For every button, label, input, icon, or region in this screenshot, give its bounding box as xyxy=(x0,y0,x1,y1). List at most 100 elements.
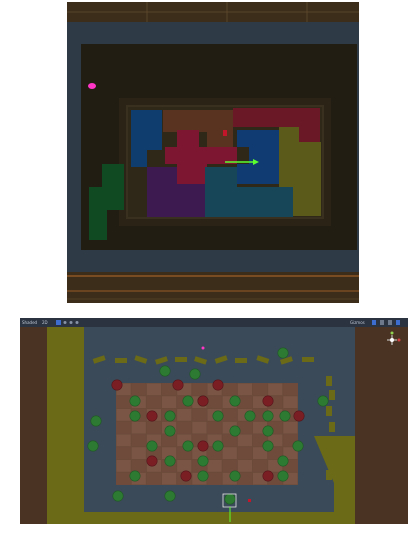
green-token[interactable] xyxy=(262,425,274,437)
red-token[interactable] xyxy=(146,455,158,467)
green-token[interactable] xyxy=(229,425,241,437)
board-cell[interactable] xyxy=(192,421,207,434)
green-token[interactable] xyxy=(262,440,274,452)
board-cell[interactable] xyxy=(283,383,298,396)
board-cell[interactable] xyxy=(207,396,222,408)
green-token[interactable] xyxy=(182,395,194,407)
red-token[interactable] xyxy=(262,470,274,482)
board-cell[interactable] xyxy=(222,409,237,421)
board-cell[interactable] xyxy=(131,421,146,434)
green-token[interactable] xyxy=(197,470,209,482)
green-token[interactable] xyxy=(224,493,236,505)
board-cell[interactable] xyxy=(222,383,237,396)
side-tile[interactable] xyxy=(329,390,335,400)
green-token[interactable] xyxy=(129,470,141,482)
toolbar-icon-d xyxy=(396,320,400,325)
board-cell[interactable] xyxy=(253,460,268,472)
side-tile[interactable] xyxy=(326,438,332,448)
board-cell[interactable] xyxy=(146,383,161,396)
board-cell[interactable] xyxy=(207,460,222,472)
green-token[interactable] xyxy=(164,425,176,437)
red-token[interactable] xyxy=(146,410,158,422)
green-token[interactable] xyxy=(129,395,141,407)
red-token[interactable] xyxy=(293,410,305,422)
top-tile[interactable] xyxy=(115,358,127,363)
green-token[interactable] xyxy=(90,415,102,427)
board-cell[interactable] xyxy=(177,421,192,434)
board-cell[interactable] xyxy=(116,447,131,459)
red-token[interactable] xyxy=(212,379,224,391)
green-token[interactable] xyxy=(262,410,274,422)
board-cell[interactable] xyxy=(237,460,252,472)
board-cell[interactable] xyxy=(116,460,131,472)
red-token[interactable] xyxy=(197,395,209,407)
green-token[interactable] xyxy=(277,347,289,359)
top-tile[interactable] xyxy=(235,358,247,363)
board-cell[interactable] xyxy=(237,434,252,447)
board-cell[interactable] xyxy=(162,472,177,485)
board-cell[interactable] xyxy=(131,434,146,447)
board-cell[interactable] xyxy=(116,396,131,408)
side-tile[interactable] xyxy=(329,454,335,464)
board-cell[interactable] xyxy=(253,383,268,396)
board-cell[interactable] xyxy=(162,396,177,408)
red-token[interactable] xyxy=(180,470,192,482)
board-cell[interactable] xyxy=(222,460,237,472)
red-token[interactable] xyxy=(262,395,274,407)
board-cell[interactable] xyxy=(116,409,131,421)
bottom-scene-view[interactable]: Shaded 2D Gizmos xyxy=(20,318,408,524)
board-cell[interactable] xyxy=(207,421,222,434)
green-token[interactable] xyxy=(159,365,171,377)
board-cell[interactable] xyxy=(146,396,161,408)
green-token[interactable] xyxy=(164,455,176,467)
green-token[interactable] xyxy=(277,455,289,467)
board-cell[interactable] xyxy=(268,383,283,396)
green-token[interactable] xyxy=(146,440,158,452)
red-token[interactable] xyxy=(111,379,123,391)
board-cell[interactable] xyxy=(237,383,252,396)
green-token[interactable] xyxy=(212,410,224,422)
red-token[interactable] xyxy=(197,440,209,452)
board-cell[interactable] xyxy=(131,383,146,396)
green-token[interactable] xyxy=(189,368,201,380)
green-token[interactable] xyxy=(317,395,329,407)
board-cell[interactable] xyxy=(116,434,131,447)
green-token[interactable] xyxy=(229,470,241,482)
board-cell[interactable] xyxy=(177,460,192,472)
green-token[interactable] xyxy=(197,455,209,467)
green-token[interactable] xyxy=(112,490,124,502)
green-token[interactable] xyxy=(229,395,241,407)
board-cell[interactable] xyxy=(192,383,207,396)
board-cell[interactable] xyxy=(207,472,222,485)
board-cell[interactable] xyxy=(237,447,252,459)
board-cell[interactable] xyxy=(131,460,146,472)
green-token[interactable] xyxy=(164,490,176,502)
green-token[interactable] xyxy=(277,470,289,482)
green-token[interactable] xyxy=(164,410,176,422)
board-cell[interactable] xyxy=(116,472,131,485)
green-token[interactable] xyxy=(212,440,224,452)
side-tile[interactable] xyxy=(326,406,332,416)
board-cell[interactable] xyxy=(192,409,207,421)
side-tile[interactable] xyxy=(329,422,335,432)
green-token[interactable] xyxy=(129,410,141,422)
board-cell[interactable] xyxy=(146,472,161,485)
board-cell[interactable] xyxy=(283,396,298,408)
top-scene-view[interactable] xyxy=(67,2,359,303)
top-tile[interactable] xyxy=(175,357,187,362)
board-cell[interactable] xyxy=(177,409,192,421)
side-tile[interactable] xyxy=(326,470,332,480)
top-tile[interactable] xyxy=(302,357,314,362)
green-token[interactable] xyxy=(279,410,291,422)
board-cell[interactable] xyxy=(222,447,237,459)
side-tile[interactable] xyxy=(326,376,332,386)
board-cell[interactable] xyxy=(131,447,146,459)
green-token[interactable] xyxy=(292,440,304,452)
board-cell[interactable] xyxy=(283,421,298,434)
board-cell[interactable] xyxy=(146,421,161,434)
red-token[interactable] xyxy=(172,379,184,391)
green-token[interactable] xyxy=(182,440,194,452)
green-token[interactable] xyxy=(87,440,99,452)
board-cell[interactable] xyxy=(116,421,131,434)
green-token[interactable] xyxy=(244,410,256,422)
